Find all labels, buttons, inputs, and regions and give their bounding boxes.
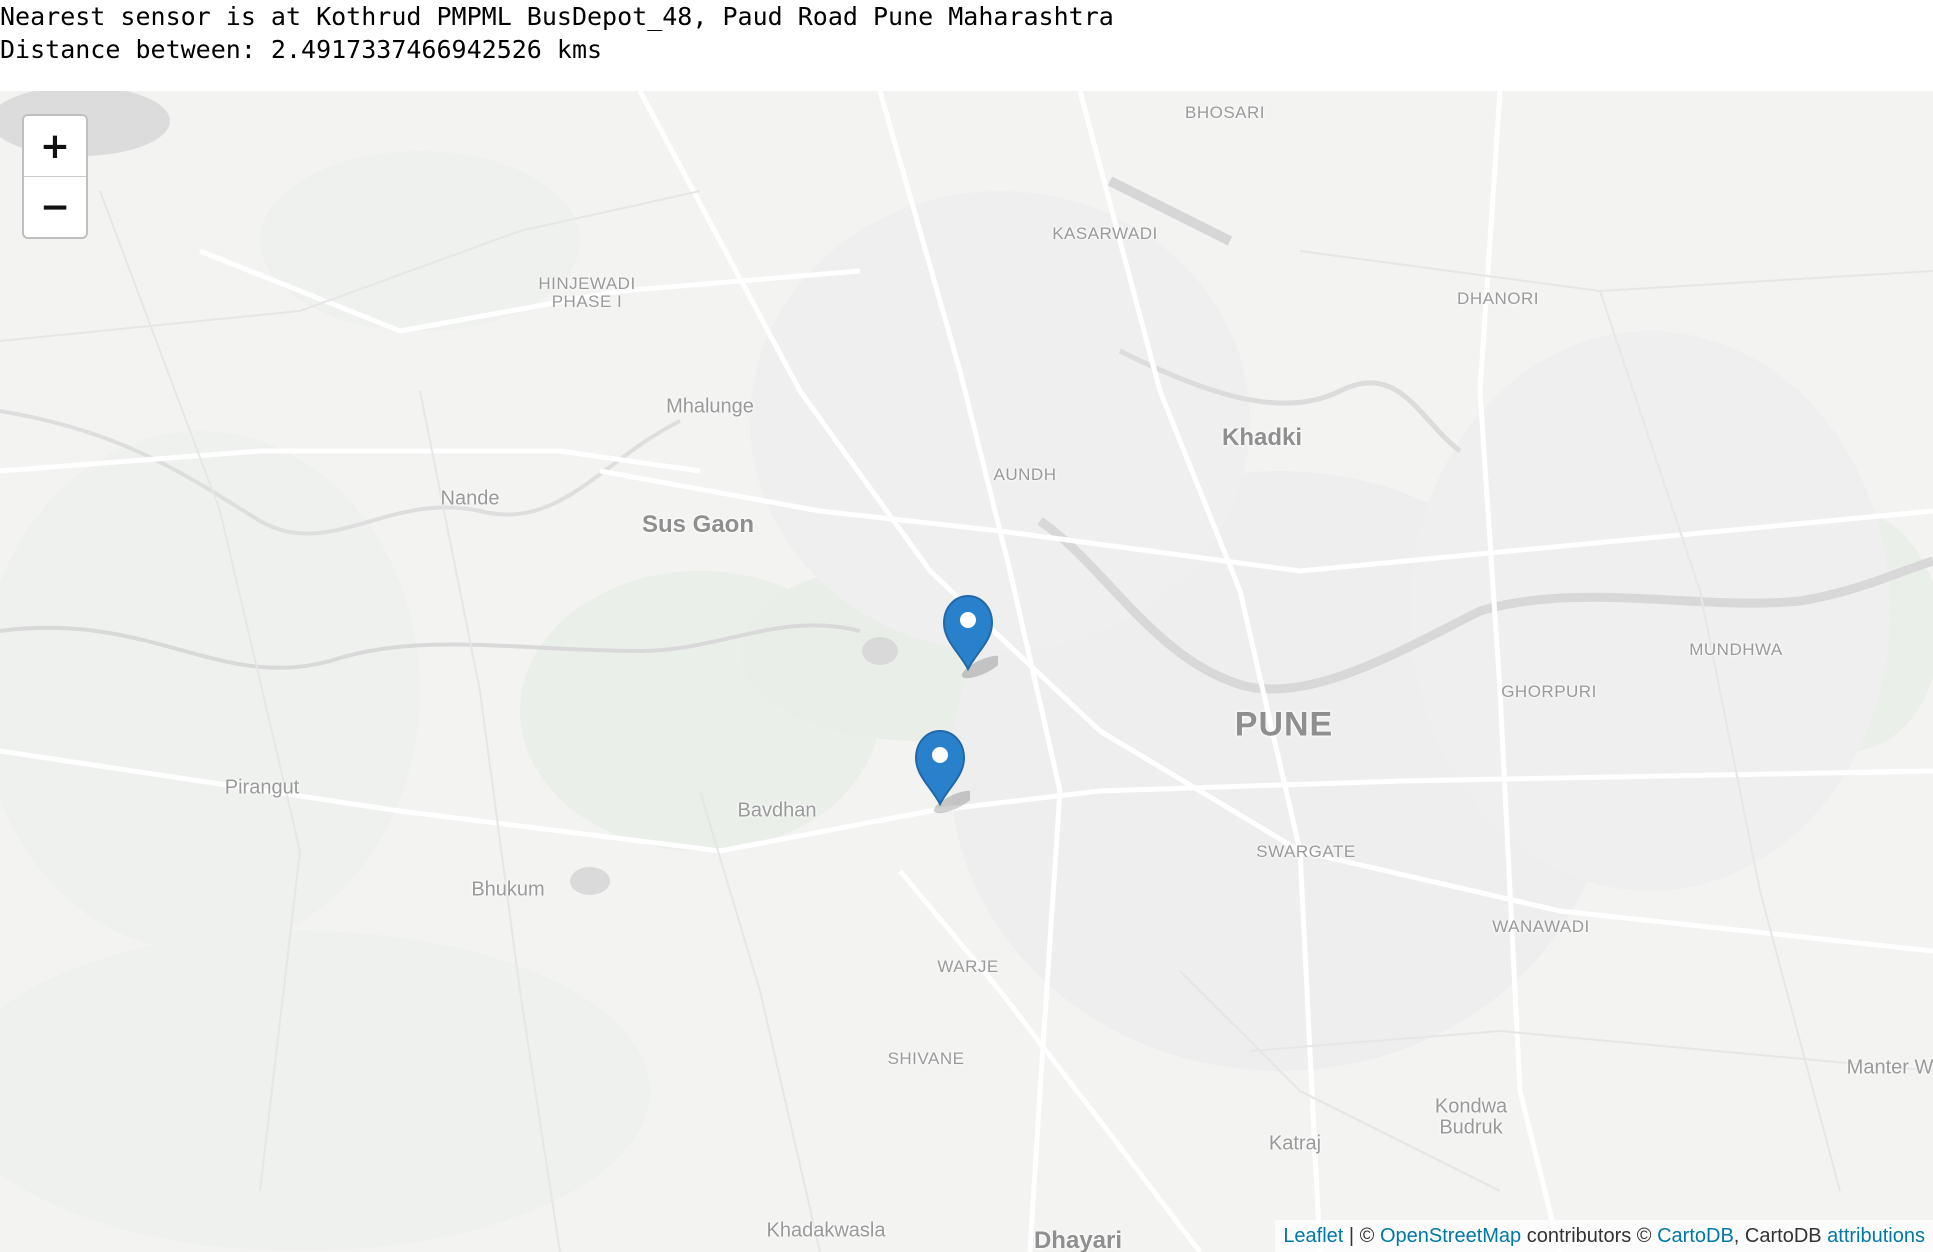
- label-khadki: Khadki: [1221, 424, 1303, 451]
- label-pune: PUNE: [1234, 705, 1334, 744]
- label-nande: Nande: [440, 487, 500, 510]
- label-dhanori: DHANORI: [1457, 289, 1539, 308]
- label-kondhwa: Kondwa: [1434, 1095, 1508, 1118]
- label-hinjewadi: HINJEWADI: [538, 274, 636, 293]
- label-pirangut: Pirangut: [224, 776, 300, 799]
- distance-line: Distance between: 2.4917337466942526 kms: [0, 35, 603, 64]
- map-marker-user[interactable]: [938, 591, 1003, 681]
- label-sus-gaon: Sus Gaon: [641, 511, 755, 538]
- label-bhukum: Bhukum: [471, 878, 545, 901]
- label-swargate: SWARGATE: [1256, 842, 1356, 861]
- attributions-link[interactable]: attributions: [1827, 1225, 1925, 1247]
- label-katraj: Katraj: [1268, 1132, 1322, 1155]
- label-bavdhan: Bavdhan: [737, 799, 817, 822]
- label-warje: WARJE: [937, 957, 999, 976]
- zoom-in-button[interactable]: +: [24, 116, 86, 176]
- label-kasarwadi: KASARWADI: [1052, 224, 1158, 243]
- cartodb-link[interactable]: CartoDB: [1657, 1225, 1734, 1247]
- label-kondhwa-budruk: Budruk: [1439, 1116, 1503, 1139]
- zoom-out-button[interactable]: −: [24, 176, 86, 237]
- label-hinjewadi-phase: PHASE I: [551, 292, 623, 311]
- label-wanawadi: WANAWADI: [1492, 917, 1590, 936]
- label-khadakwasla: Khadakwasla: [766, 1219, 886, 1242]
- map-container[interactable]: BHOSARI KASARWADI HINJEWADI PHASE I DHAN…: [0, 91, 1933, 1252]
- map-pin-icon: [942, 594, 1003, 679]
- label-ghorpuri: GHORPURI: [1501, 682, 1597, 701]
- attribution-contributors: contributors ©: [1521, 1225, 1658, 1247]
- label-dhayari: Dhayari: [1033, 1227, 1123, 1252]
- label-shivane: SHIVANE: [887, 1049, 965, 1068]
- map-attribution: Leaflet | © OpenStreetMap contributors ©…: [1275, 1220, 1933, 1252]
- map-pin-icon: [914, 729, 975, 814]
- osm-link[interactable]: OpenStreetMap: [1380, 1225, 1521, 1247]
- zoom-control: + −: [22, 114, 88, 239]
- label-bhosari: BHOSARI: [1184, 103, 1266, 122]
- nearest-sensor-line: Nearest sensor is at Kothrud PMPML BusDe…: [0, 2, 1114, 31]
- label-aundh: AUNDH: [993, 465, 1057, 484]
- map-marker-sensor[interactable]: [910, 726, 975, 816]
- leaflet-link[interactable]: Leaflet: [1283, 1225, 1343, 1247]
- result-text: Nearest sensor is at Kothrud PMPML BusDe…: [0, 0, 1114, 66]
- label-mundhwa: MUNDHWA: [1689, 640, 1783, 659]
- label-mhalunge: Mhalunge: [666, 395, 754, 418]
- attribution-sep: | ©: [1343, 1225, 1380, 1247]
- label-manter-w: Manter W: [1846, 1056, 1933, 1079]
- attribution-cartodb-text: , CartoDB: [1733, 1225, 1828, 1247]
